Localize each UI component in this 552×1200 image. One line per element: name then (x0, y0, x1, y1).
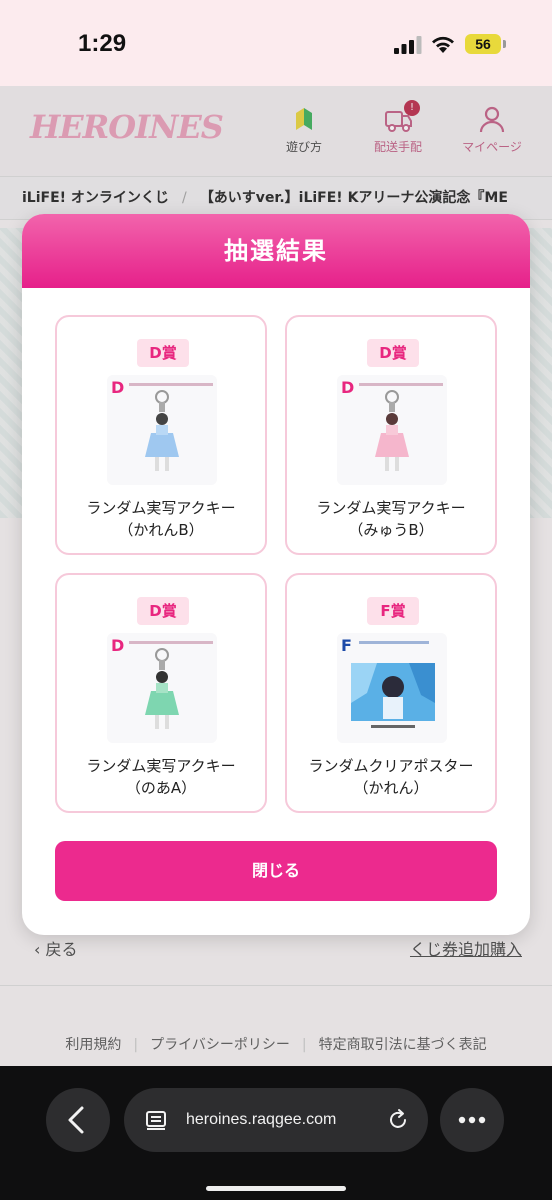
prize-name-line2: （かれん） (353, 779, 429, 797)
svg-text:D: D (341, 378, 354, 397)
prize-image-poster: F (337, 633, 447, 743)
page-menu-icon[interactable] (144, 1108, 168, 1132)
more-dots-icon (458, 1116, 486, 1124)
prize-name-line2: （かれんB） (118, 521, 204, 539)
browser-toolbar: heroines.raqgee.com (0, 1066, 552, 1200)
prize-card: D賞 D ランダム実写アクキー （みゅうB） (285, 315, 497, 555)
prize-rank-badge: D賞 (137, 597, 189, 625)
browser-back-button[interactable] (46, 1088, 110, 1152)
prize-name-line1: ランダム実写アクキー (86, 499, 236, 517)
status-time: 1:29 (78, 30, 127, 57)
prize-name: ランダム実写アクキー （かれんB） (57, 497, 265, 541)
prize-rank-badge: D賞 (137, 339, 189, 367)
prize-name: ランダムクリアポスター （かれん） (287, 755, 495, 799)
prize-name: ランダム実写アクキー （みゅうB） (287, 497, 495, 541)
prize-card: F賞 F ランダムクリアポスター （かれん） (285, 573, 497, 813)
browser-more-button[interactable] (440, 1088, 504, 1152)
address-bar[interactable]: heroines.raqgee.com (124, 1088, 428, 1152)
acrylic-keychain-icon: D (337, 375, 447, 485)
close-button[interactable]: 閉じる (55, 841, 497, 901)
prize-name-line1: ランダムクリアポスター (308, 757, 474, 775)
prize-image-keychain: D (337, 375, 447, 485)
battery-tip (503, 40, 506, 48)
cellular-signal-icon (394, 36, 422, 54)
modal-title: 抽選結果 (224, 237, 328, 265)
prize-name-line2: （のあA） (125, 779, 197, 797)
prize-name-line1: ランダム実写アクキー (316, 499, 466, 517)
prize-name-line2: （みゅうB） (348, 521, 434, 539)
prize-card: D賞 D ランダム実写アクキー （のあA） (55, 573, 267, 813)
acrylic-keychain-icon: D (107, 375, 217, 485)
battery-indicator: 56 (465, 34, 501, 54)
prize-rank-badge: D賞 (367, 339, 419, 367)
prize-rank-badge: F賞 (367, 597, 419, 625)
modal-header: 抽選結果 (22, 214, 530, 288)
url-text: heroines.raqgee.com (186, 1111, 337, 1128)
lottery-result-modal: 抽選結果 D賞 D ランダム実写アクキー （かれんB） D賞 D ランダム実写ア… (22, 214, 530, 935)
status-bar: 1:29 56 (0, 0, 552, 86)
clear-poster-icon: F (337, 633, 447, 743)
reload-icon[interactable] (386, 1108, 410, 1132)
prize-image-keychain: D (107, 375, 217, 485)
svg-text:D: D (111, 636, 124, 655)
home-indicator (206, 1186, 346, 1191)
svg-text:D: D (111, 378, 124, 397)
wifi-icon (432, 36, 454, 53)
prize-image-keychain: D (107, 633, 217, 743)
acrylic-keychain-icon: D (107, 633, 217, 743)
prize-name-line1: ランダム実写アクキー (86, 757, 236, 775)
prize-name: ランダム実写アクキー （のあA） (57, 755, 265, 799)
chevron-left-icon (68, 1106, 84, 1134)
svg-text:F: F (341, 636, 352, 655)
prize-card: D賞 D ランダム実写アクキー （かれんB） (55, 315, 267, 555)
